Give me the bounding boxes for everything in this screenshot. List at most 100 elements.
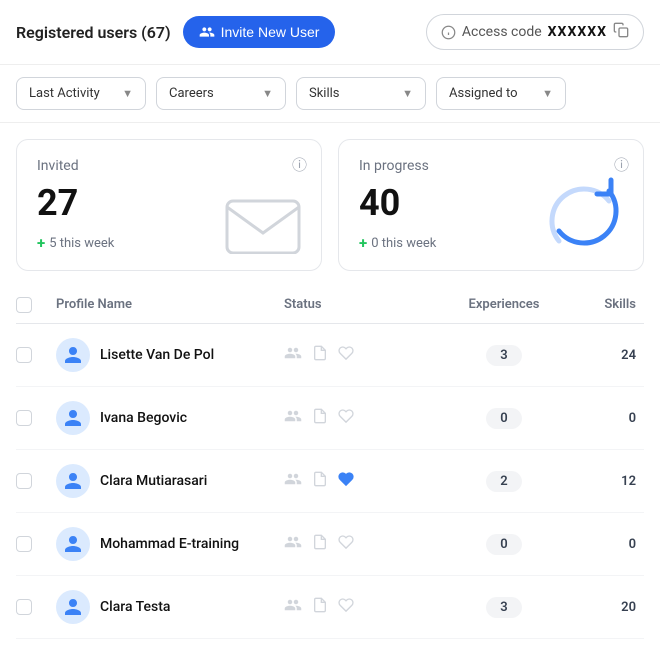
filter-last-activity[interactable]: Last Activity ▼ [16,77,146,110]
row-checkbox-cell [16,347,56,363]
filter-last-activity-label: Last Activity [29,86,100,101]
file-icon[interactable] [312,345,328,365]
select-all-checkbox[interactable] [16,297,32,313]
table-header: Profile Name Status Experiences Skills [16,287,644,324]
person-plus-icon [199,24,215,40]
row-checkbox-cell [16,599,56,615]
user-name: Clara Mutiarasari [100,473,207,489]
heart-icon[interactable] [338,408,354,428]
filter-skills[interactable]: Skills ▼ [296,77,426,110]
row-checkbox-cell [16,410,56,426]
chevron-down-icon: ▼ [262,87,273,100]
copy-icon[interactable] [613,22,629,42]
row-checkbox-cell [16,536,56,552]
header-checkbox-cell [16,297,56,313]
access-code-label: Access code [462,24,542,40]
experiences-cell: 3 [444,597,564,618]
skills-cell: 24 [564,348,644,363]
status-cell [284,344,444,366]
avatar [56,401,90,435]
user-cell: Ivana Begovic [56,401,284,435]
heart-icon[interactable] [338,345,354,365]
row-checkbox[interactable] [16,410,32,426]
person-icon[interactable] [284,470,302,492]
experiences-badge: 2 [486,471,522,492]
chevron-down-icon: ▼ [402,87,413,100]
stats-row: ⓘ Invited 27 + 5 this week ⓘ In progress… [0,123,660,287]
column-experiences: Experiences [444,297,564,313]
skills-cell: 12 [564,474,644,489]
filter-assigned-to-label: Assigned to [449,86,518,101]
user-name: Clara Testa [100,599,170,615]
file-icon[interactable] [312,408,328,428]
row-checkbox[interactable] [16,473,32,489]
filter-careers-label: Careers [169,86,214,101]
filter-assigned-to[interactable]: Assigned to ▼ [436,77,566,110]
status-cell [284,533,444,555]
avatar [56,527,90,561]
person-icon[interactable] [284,533,302,555]
info-icon: ⓘ [292,154,307,175]
row-checkbox[interactable] [16,347,32,363]
user-cell: Lisette Van De Pol [56,338,284,372]
access-code-value: XXXXXX [548,24,607,40]
experiences-cell: 2 [444,471,564,492]
filter-skills-label: Skills [309,86,340,101]
experiences-badge: 0 [486,408,522,429]
chevron-down-icon: ▼ [122,87,133,100]
table-row: Mohammad E-training 0 0 [16,513,644,576]
heart-icon[interactable] [338,597,354,617]
file-icon[interactable] [312,597,328,617]
user-cell: Clara Mutiarasari [56,464,284,498]
experiences-badge: 0 [486,534,522,555]
column-skills: Skills [564,297,644,313]
filter-careers[interactable]: Careers ▼ [156,77,286,110]
invite-new-user-button[interactable]: Invite New User [183,16,336,48]
user-cell: Mohammad E-training [56,527,284,561]
users-table: Profile Name Status Experiences Skills L… [0,287,660,639]
person-icon[interactable] [284,344,302,366]
experiences-cell: 3 [444,345,564,366]
experiences-badge: 3 [486,345,522,366]
table-row: Clara Mutiarasari 2 12 [16,450,644,513]
header: Registered users (67) Invite New User Ac… [0,0,660,65]
invited-card: ⓘ Invited 27 + 5 this week [16,139,322,271]
access-code-container: Access code XXXXXX [426,14,644,50]
file-icon[interactable] [312,471,328,491]
heart-active-icon[interactable] [338,471,354,491]
column-status: Status [284,297,444,313]
user-name: Mohammad E-training [100,536,239,552]
in-progress-card: ⓘ In progress 40 + 0 this week [338,139,644,271]
skills-cell: 20 [564,600,644,615]
filters-bar: Last Activity ▼ Careers ▼ Skills ▼ Assig… [0,65,660,123]
person-icon[interactable] [284,407,302,429]
experiences-cell: 0 [444,408,564,429]
user-cell: Clara Testa [56,590,284,624]
chevron-down-icon: ▼ [542,87,553,100]
skills-cell: 0 [564,411,644,426]
row-checkbox-cell [16,473,56,489]
row-checkbox[interactable] [16,599,32,615]
heart-icon[interactable] [338,534,354,554]
info-icon: ⓘ [614,154,629,175]
status-cell [284,470,444,492]
status-cell [284,407,444,429]
invited-label: Invited [37,158,301,174]
info-circle-icon [441,25,456,40]
envelope-icon [223,189,303,258]
avatar [56,464,90,498]
avatar [56,590,90,624]
skills-cell: 0 [564,537,644,552]
experiences-badge: 3 [486,597,522,618]
avatar [56,338,90,372]
person-icon[interactable] [284,596,302,618]
file-icon[interactable] [312,534,328,554]
table-row: Ivana Begovic 0 0 [16,387,644,450]
column-profile-name: Profile Name [56,297,284,313]
experiences-cell: 0 [444,534,564,555]
user-name: Lisette Van De Pol [100,347,214,363]
user-name: Ivana Begovic [100,410,187,426]
status-cell [284,596,444,618]
refresh-icon [539,176,629,260]
row-checkbox[interactable] [16,536,32,552]
